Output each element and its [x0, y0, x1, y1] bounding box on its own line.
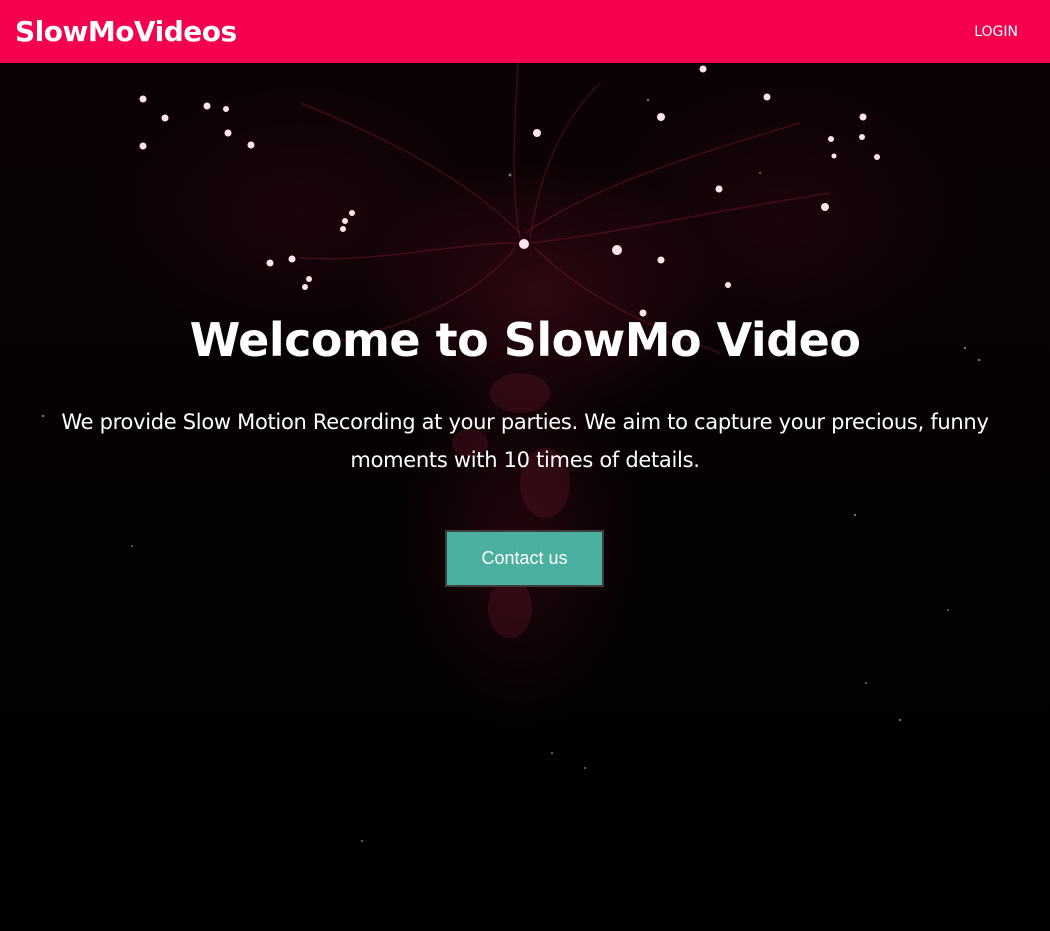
hero-section: Welcome to SlowMo Video We provide Slow …: [0, 63, 1050, 931]
login-link[interactable]: LOGIN: [974, 24, 1018, 40]
top-navbar: SlowMoVideos LOGIN: [0, 0, 1050, 63]
fireworks-background-image: [41, 63, 981, 842]
brand-logo[interactable]: SlowMoVideos: [15, 15, 237, 48]
contact-us-button[interactable]: Contact us: [445, 530, 604, 587]
hero-title: Welcome to SlowMo Video: [189, 313, 861, 367]
hero-description: We provide Slow Motion Recording at your…: [61, 410, 989, 472]
